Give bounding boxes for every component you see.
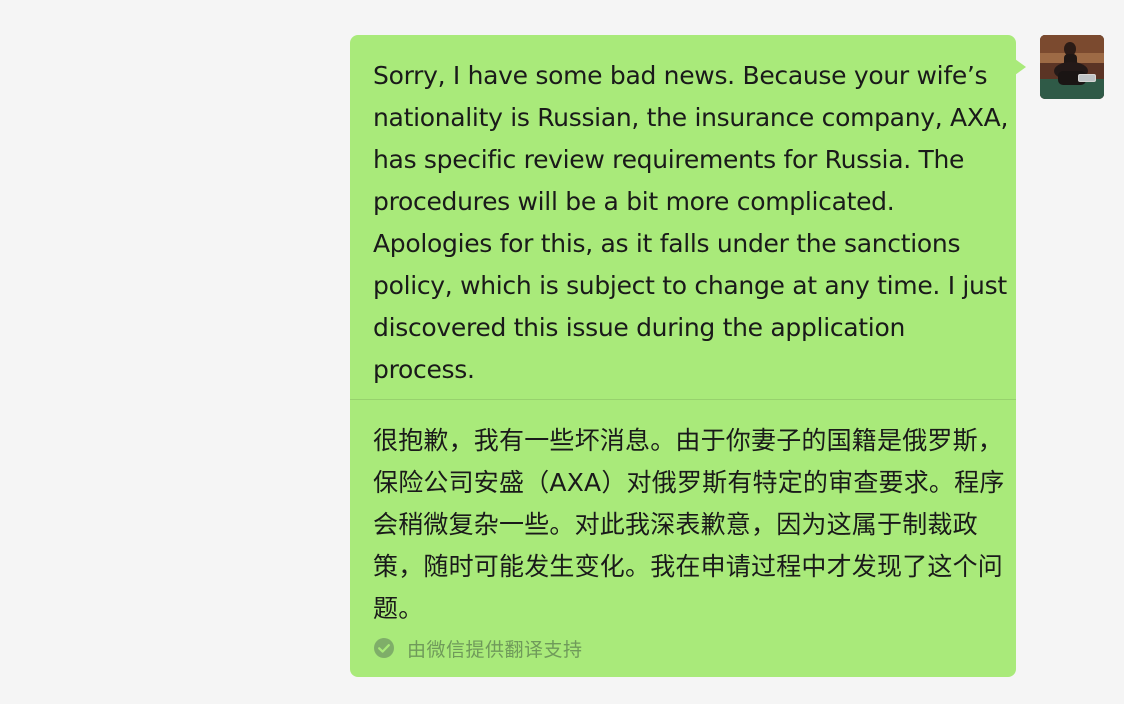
check-circle-icon bbox=[373, 637, 395, 659]
translation-divider bbox=[350, 399, 1016, 400]
translated-message-text: 很抱歉，我有一些坏消息。由于你妻子的国籍是俄罗斯，保险公司安盛（AXA）对俄罗斯… bbox=[373, 426, 1005, 623]
bubble-tail bbox=[1015, 59, 1026, 75]
translation-credit: 由微信提供翻译支持 bbox=[373, 635, 583, 661]
chat-area: Sorry, I have some bad news. Because you… bbox=[0, 0, 1124, 704]
outgoing-message-row: Sorry, I have some bad news. Because you… bbox=[0, 0, 1124, 704]
translation-credit-text: 由微信提供翻译支持 bbox=[407, 638, 583, 661]
original-message-text: Sorry, I have some bad news. Because you… bbox=[373, 61, 1009, 384]
user-avatar-icon[interactable] bbox=[1040, 35, 1104, 99]
message-bubble[interactable]: Sorry, I have some bad news. Because you… bbox=[350, 35, 1026, 677]
